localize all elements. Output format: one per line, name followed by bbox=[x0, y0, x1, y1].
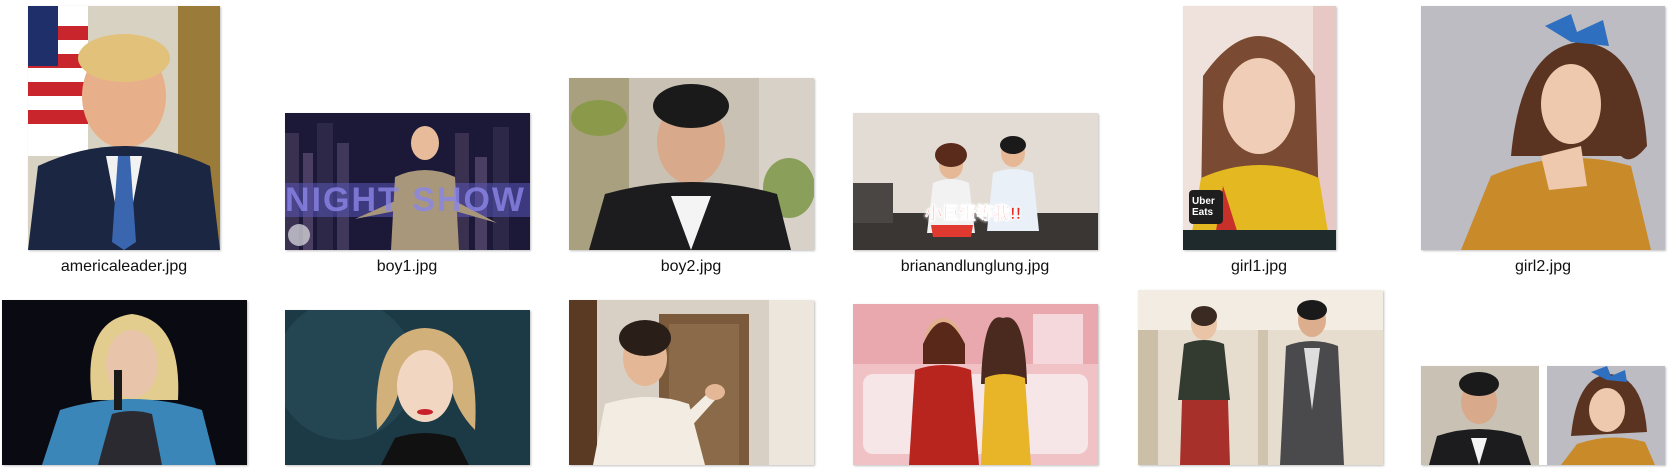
overlay-text: NIGHT SHOW bbox=[285, 181, 526, 219]
thumbnail-image[interactable] bbox=[1138, 290, 1383, 465]
file-name[interactable]: girl2.jpg bbox=[1408, 258, 1671, 276]
thumbnail-image[interactable] bbox=[1421, 6, 1665, 250]
thumbnail-image[interactable] bbox=[569, 78, 814, 250]
file-name[interactable]: boy2.jpg bbox=[556, 258, 826, 276]
thumbnail-image[interactable]: Uber Eats bbox=[1183, 6, 1336, 250]
thumbnail-image[interactable] bbox=[28, 6, 220, 250]
file-name[interactable]: girl1.jpg bbox=[1124, 258, 1394, 276]
thumbnail-image[interactable] bbox=[2, 300, 247, 465]
thumbnail-image[interactable] bbox=[285, 310, 530, 465]
thumbnail-image[interactable]: 小巨蛋等我!! bbox=[853, 113, 1098, 250]
file-name[interactable]: brianandlunglung.jpg bbox=[840, 258, 1110, 276]
file-name[interactable]: americaleader.jpg bbox=[0, 258, 259, 276]
thumbnail-image[interactable] bbox=[1421, 366, 1665, 465]
thumbnail-image[interactable] bbox=[853, 304, 1098, 465]
file-name[interactable]: boy1.jpg bbox=[272, 258, 542, 276]
overlay-text: 小巨蛋等我!! bbox=[925, 204, 1022, 224]
overlay-text: Uber Eats bbox=[1192, 196, 1215, 218]
thumbnail-image[interactable] bbox=[569, 300, 814, 465]
thumbnail-image[interactable]: NIGHT SHOW bbox=[285, 113, 530, 250]
